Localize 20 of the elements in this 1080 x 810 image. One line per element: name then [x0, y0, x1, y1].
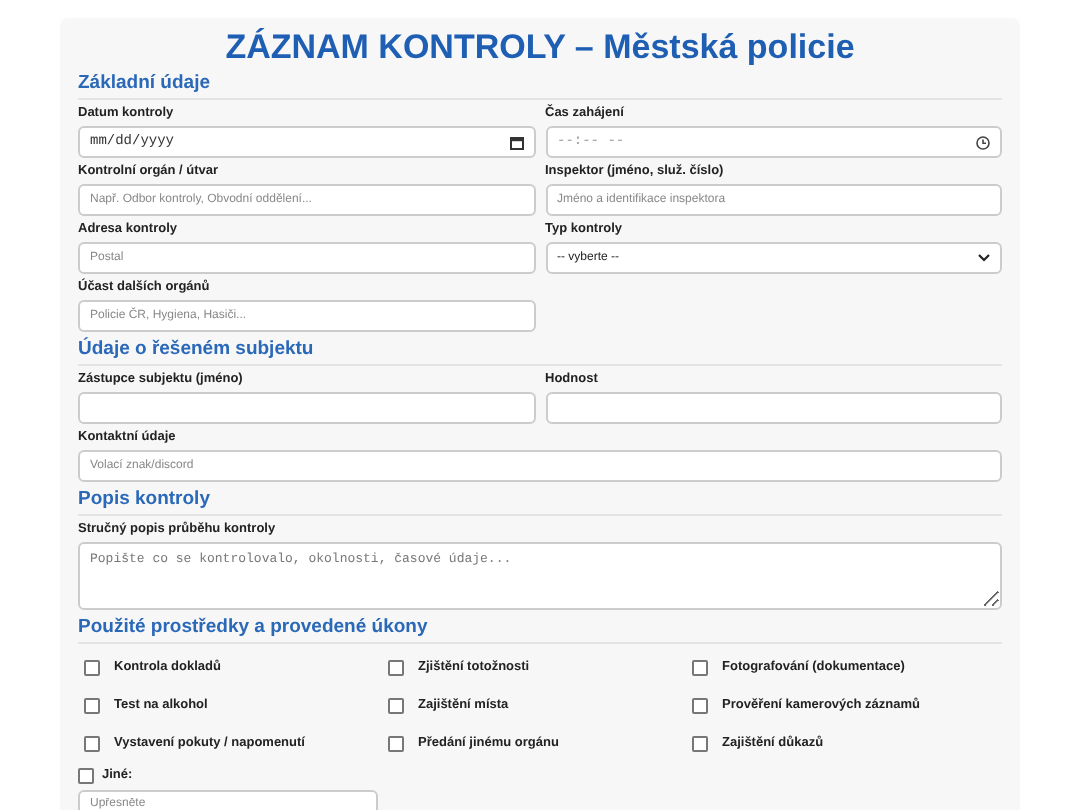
checkbox[interactable] [84, 660, 100, 676]
section-heading: Použité prostředky a provedené úkony [78, 616, 1002, 644]
checkbox[interactable] [84, 736, 100, 752]
section-heading: Popis kontroly [78, 488, 1002, 516]
section-heading: Údaje o řešeném subjektu [78, 338, 1002, 366]
checkbox[interactable] [388, 736, 404, 752]
checkbox[interactable] [692, 736, 708, 752]
form-title: ZÁZNAM KONTROLY – Městská policie [223, 28, 857, 68]
clock-icon[interactable] [976, 135, 990, 149]
calendar-icon[interactable] [509, 135, 523, 149]
checkbox[interactable] [692, 660, 708, 676]
chevron-down-icon [978, 254, 990, 262]
text-field[interactable] [78, 392, 535, 424]
section-heading: Základní údaje [78, 72, 1002, 100]
checkbox[interactable] [84, 698, 100, 714]
checkbox[interactable] [388, 698, 404, 714]
text-field[interactable] [545, 392, 1002, 424]
checkbox[interactable] [692, 698, 708, 714]
checkbox[interactable] [388, 660, 404, 676]
checkbox[interactable] [78, 768, 94, 784]
